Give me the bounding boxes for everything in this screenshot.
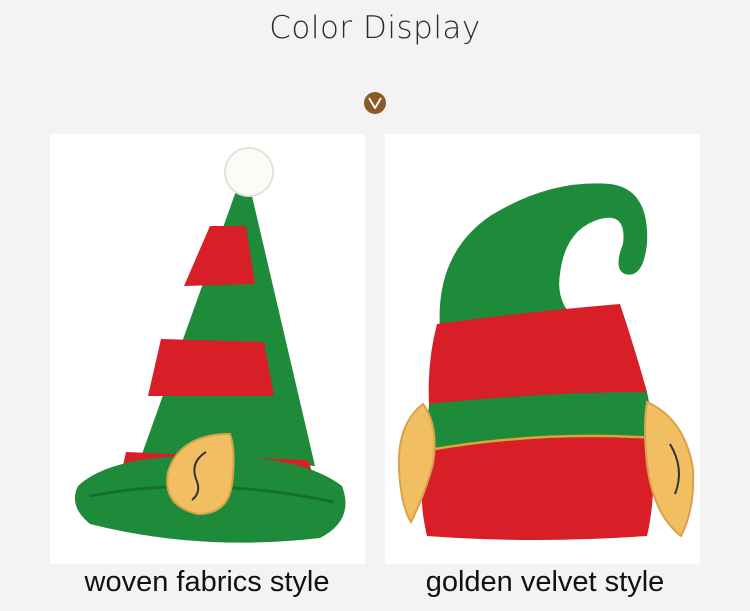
chevron-down-icon <box>364 92 386 114</box>
product-image-woven <box>50 134 365 564</box>
page-title: Color Display <box>269 10 481 46</box>
product-image-velvet <box>385 134 700 564</box>
product-caption-velvet: golden velvet style <box>425 566 665 598</box>
product-caption-woven: woven fabrics style <box>84 566 330 598</box>
